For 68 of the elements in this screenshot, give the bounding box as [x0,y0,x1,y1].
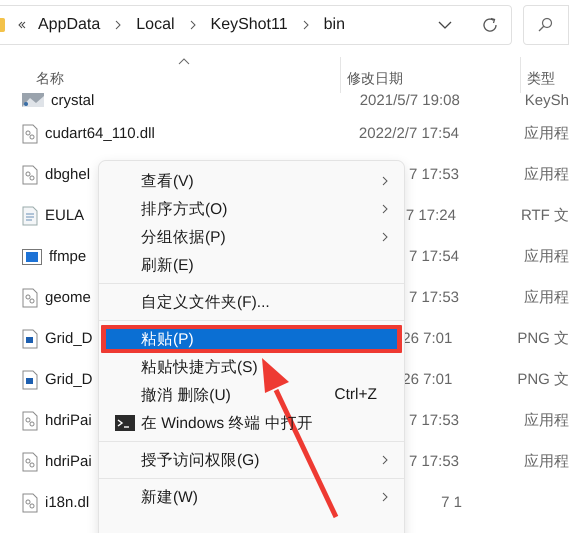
gear-file-icon [22,452,38,472]
file-type: 应用程 [524,411,569,430]
file-type: 应用程 [524,247,569,266]
file-type: 应用程 [524,165,569,184]
file-type: PNG 文 [517,370,569,389]
chevron-right-icon [302,20,310,30]
modified-date: 7 17:54 [408,248,459,265]
modified-date: 7 17:53 [408,412,459,429]
chevron-right-icon [188,20,197,30]
file-name[interactable]: hdriPai [45,453,92,470]
file-type: RTF 文 [520,206,569,225]
image-file-icon [22,328,38,348]
modified-date: 7 17:53 [408,166,459,183]
window-file-icon [22,248,42,264]
image-file-icon [22,93,44,107]
menu-item[interactable]: 粘贴(P) [106,329,397,349]
breadcrumb[interactable]: KeyShot11 [208,16,291,34]
menu-item[interactable]: 授予访问权限(G) [104,446,399,474]
file-name[interactable]: i18n.dl [45,494,90,511]
file-type: 应用程 [524,288,569,307]
file-name[interactable]: ffmpe [49,248,86,265]
chevron-right-icon [114,20,122,30]
breadcrumb[interactable]: bin [320,16,348,34]
file-type: 应用程 [524,124,569,143]
file-name[interactable]: dbghel [45,166,90,183]
document-icon [22,206,38,226]
gear-file-icon [22,124,38,144]
menu-item[interactable]: 粘贴快捷方式(S) [104,353,399,381]
search-icon [537,17,553,33]
column-header[interactable]: 修改日期 [347,70,403,88]
file-name[interactable]: hdriPai [45,412,92,429]
file-type: KeySh [524,92,569,108]
modified-date: 2022/2/7 17:54 [358,125,459,142]
menu-item[interactable]: 新建(W) [104,483,399,511]
menu-item[interactable]: 分组依据(P) [104,223,399,251]
shortcut-label: Ctrl+Z [334,386,377,404]
menu-item[interactable]: 排序方式(O) [104,195,399,223]
double-chevron-icon[interactable] [17,20,27,30]
menu-item[interactable]: 刷新(E) [104,251,399,279]
refresh-icon[interactable] [481,16,499,34]
chevron-down-icon[interactable] [437,20,453,30]
file-name[interactable]: crystal [51,92,94,108]
modified-date: 7 17:53 [408,453,459,470]
gear-file-icon [22,164,38,184]
modified-date: 2021/5/7 19:08 [360,92,460,108]
breadcrumb[interactable]: AppData [35,16,104,34]
address-bar[interactable]: AppData Local KeyShot11 bin [0,5,512,45]
file-name[interactable]: Grid_D [45,330,93,347]
menu-item[interactable]: 自定义文件夹(F)... [104,288,399,316]
column-header[interactable]: 类型 [527,70,555,88]
modified-date: 7 17:53 [408,289,459,306]
gear-file-icon [22,288,38,308]
menu-item[interactable]: 查看(V) [104,167,399,195]
gear-file-icon [22,410,38,430]
breadcrumb[interactable]: Local [133,16,178,34]
file-name[interactable]: cudart64_110.dll [45,125,155,142]
modified-date: 7 17:24 [406,207,456,224]
gear-file-icon [22,492,38,512]
file-type: 应用程 [524,452,569,471]
image-file-icon [22,370,38,390]
search-field[interactable] [523,5,569,45]
menu-item[interactable]: 撤消 删除(U) Ctrl+Z [104,381,399,409]
file-name[interactable]: EULA [45,207,84,224]
file-type: PNG 文 [517,329,569,348]
file-name[interactable]: geome [45,289,91,306]
modified-date: 7 1 [441,494,462,511]
column-header[interactable]: 名称 [36,70,64,88]
file-name[interactable]: Grid_D [45,371,93,388]
